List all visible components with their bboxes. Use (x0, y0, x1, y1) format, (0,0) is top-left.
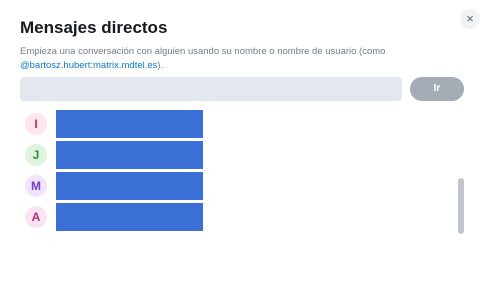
avatar: A (25, 206, 47, 228)
dialog-description: Empieza una conversación con alguien usa… (20, 45, 440, 73)
go-button[interactable]: Ir (410, 77, 464, 101)
avatar: J (25, 144, 47, 166)
example-user-id-link[interactable]: @bartosz.hubert:matrix.mdtel.es (20, 60, 157, 71)
avatar: M (25, 175, 47, 197)
dm-list-item[interactable]: I (24, 110, 214, 138)
redacted-name (56, 203, 203, 231)
scrollbar-thumb[interactable] (458, 178, 464, 234)
direct-messages-dialog: Mensajes directos × Empieza una conversa… (0, 0, 500, 292)
redacted-name (56, 110, 203, 138)
description-suffix: ). (157, 60, 164, 71)
user-search-input[interactable] (20, 77, 402, 101)
dm-list-item[interactable]: J (24, 141, 214, 169)
description-text: Empieza una conversación con alguien usa… (20, 46, 386, 57)
redacted-name (56, 141, 203, 169)
dm-list-item[interactable]: M (24, 172, 214, 200)
dialog-title: Mensajes directos (20, 18, 168, 37)
redacted-name (56, 172, 203, 200)
close-icon[interactable]: × (460, 9, 480, 29)
avatar: I (25, 113, 47, 135)
dm-list-item[interactable]: A (24, 203, 214, 231)
